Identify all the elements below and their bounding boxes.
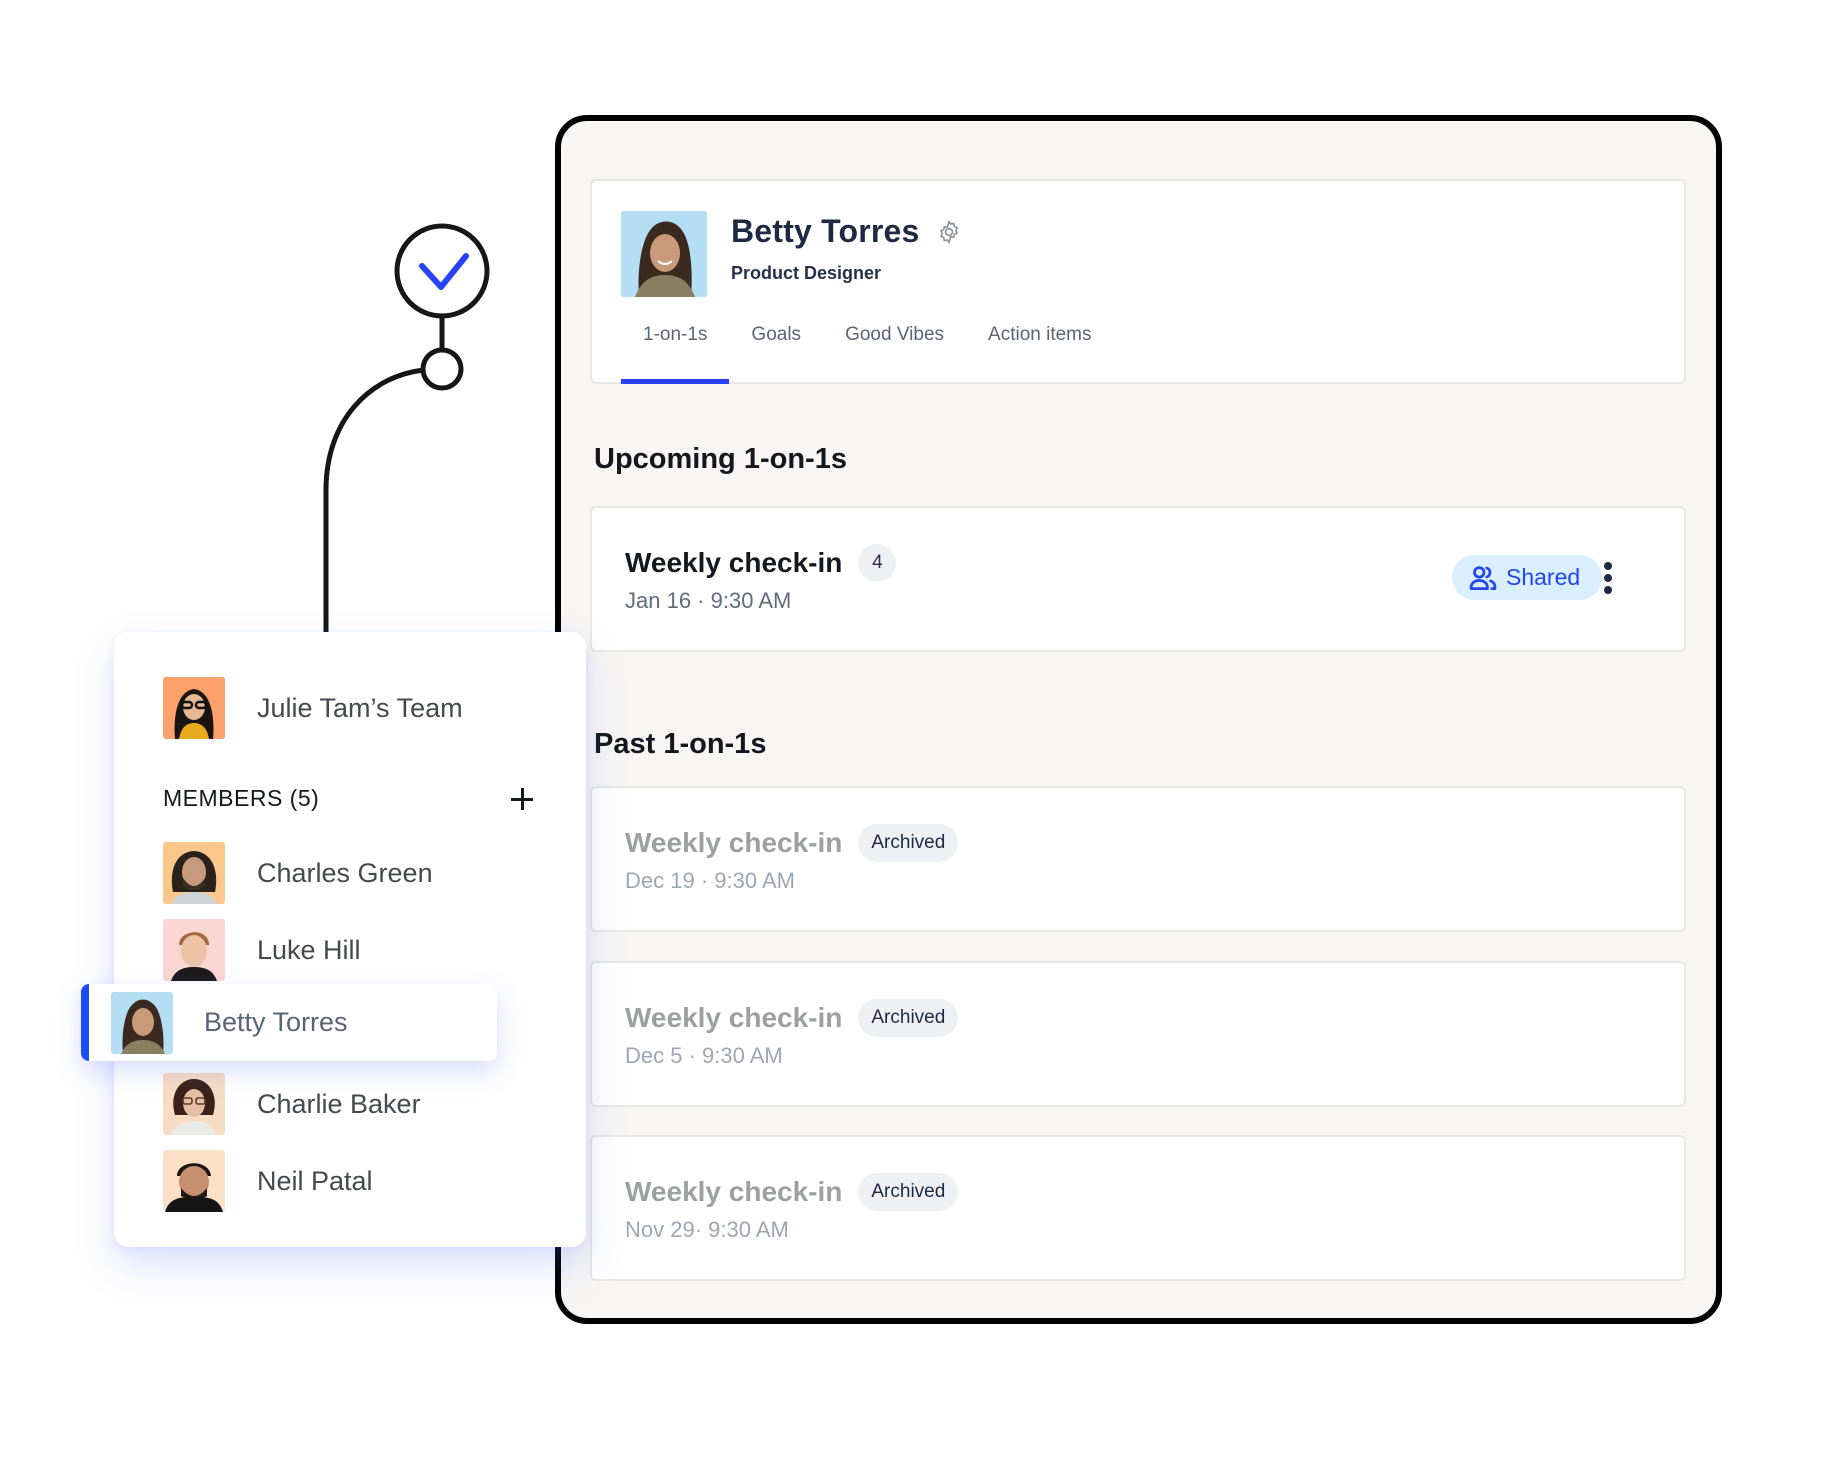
archived-badge: Archived [858,999,959,1037]
meeting-datetime: Dec 5 · 9:30 AM [625,1043,783,1068]
profile-header: Betty Torres Product Designer 1-on-1s Go… [590,179,1686,384]
meeting-title-row: Weekly check-in Archived [625,999,959,1037]
members-header: MEMBERS (5) [163,785,533,812]
profile-avatar [621,211,707,297]
checkmark-icon [419,253,469,290]
archived-badge: Archived [858,1173,959,1211]
kebab-dot [1604,586,1612,594]
tab-good-vibes[interactable]: Good Vibes [823,312,966,384]
member-name: Charles Green [257,857,433,888]
member-name: Luke Hill [257,934,361,965]
member-name: Neil Patal [257,1165,373,1196]
team-panel: Julie Tam’s Team MEMBERS (5) Charles Gre… [114,632,586,1247]
kebab-dot [1604,574,1612,582]
users-icon [1469,565,1497,590]
meeting-title: Weekly check-in [625,1002,843,1033]
member-item-betty-torres-selected[interactable]: Betty Torres [81,984,497,1061]
meeting-title: Weekly check-in [625,1176,843,1207]
upcoming-meeting-card[interactable]: Weekly check-in 4 Jan 16 · 9:30 AM Share… [590,506,1686,652]
avatar [163,1073,225,1135]
member-name: Betty Torres [204,1007,348,1037]
meeting-datetime: Jan 16 · 9:30 AM [625,588,792,613]
meeting-count-badge: 4 [858,544,897,582]
avatar [111,991,173,1054]
meeting-datetime: Dec 19 · 9:30 AM [625,868,795,893]
tab-goals[interactable]: Goals [729,312,823,384]
meeting-datetime: Nov 29· 9:30 AM [625,1217,789,1242]
avatar [163,1150,225,1212]
member-item-neil-patal[interactable]: Neil Patal [163,1150,373,1212]
connector-node [420,347,464,391]
member-item-charles-green[interactable]: Charles Green [163,842,433,904]
meeting-title: Weekly check-in [625,827,843,858]
meeting-title-row: Weekly check-in 4 [625,544,897,582]
tab-1-on-1s[interactable]: 1-on-1s [621,312,730,384]
member-item-charlie-baker[interactable]: Charlie Baker [163,1073,421,1135]
team-header[interactable]: Julie Tam’s Team [163,677,463,739]
avatar [163,919,225,981]
kebab-dot [1604,562,1612,570]
tab-action-items[interactable]: Action items [966,312,1113,384]
meeting-title: Weekly check-in [625,547,843,578]
connector-line [323,367,425,640]
shared-label: Shared [1506,564,1581,590]
selected-indicator [81,984,89,1061]
kebab-menu-icon[interactable] [1597,558,1619,598]
past-heading: Past 1-on-1s [594,728,767,760]
upcoming-heading: Upcoming 1-on-1s [594,443,847,475]
past-meeting-card[interactable]: Weekly check-in Archived Dec 5 · 9:30 AM [590,961,1686,1107]
past-meeting-card[interactable]: Weekly check-in Archived Nov 29· 9:30 AM [590,1135,1686,1281]
archived-badge: Archived [858,824,959,862]
plus-icon[interactable] [511,787,533,810]
meeting-title-row: Weekly check-in Archived [625,1173,959,1211]
profile-tabs: 1-on-1s Goals Good Vibes Action items [621,312,1114,384]
members-label: MEMBERS (5) [163,785,320,811]
meeting-title-row: Weekly check-in Archived [625,824,959,862]
profile-name: Betty Torres [731,213,920,249]
team-name: Julie Tam’s Team [257,692,463,723]
past-meeting-card[interactable]: Weekly check-in Archived Dec 19 · 9:30 A… [590,786,1686,932]
app-window: Betty Torres Product Designer 1-on-1s Go… [555,115,1722,1324]
team-lead-avatar [163,677,225,739]
member-name: Charlie Baker [257,1088,421,1119]
check-circle [394,223,490,319]
shared-button[interactable]: Shared [1452,555,1603,600]
gear-icon[interactable] [936,219,962,245]
avatar [163,842,225,904]
profile-name-row: Betty Torres [731,213,962,250]
member-item-luke-hill[interactable]: Luke Hill [163,919,361,981]
profile-role: Product Designer [731,263,882,283]
